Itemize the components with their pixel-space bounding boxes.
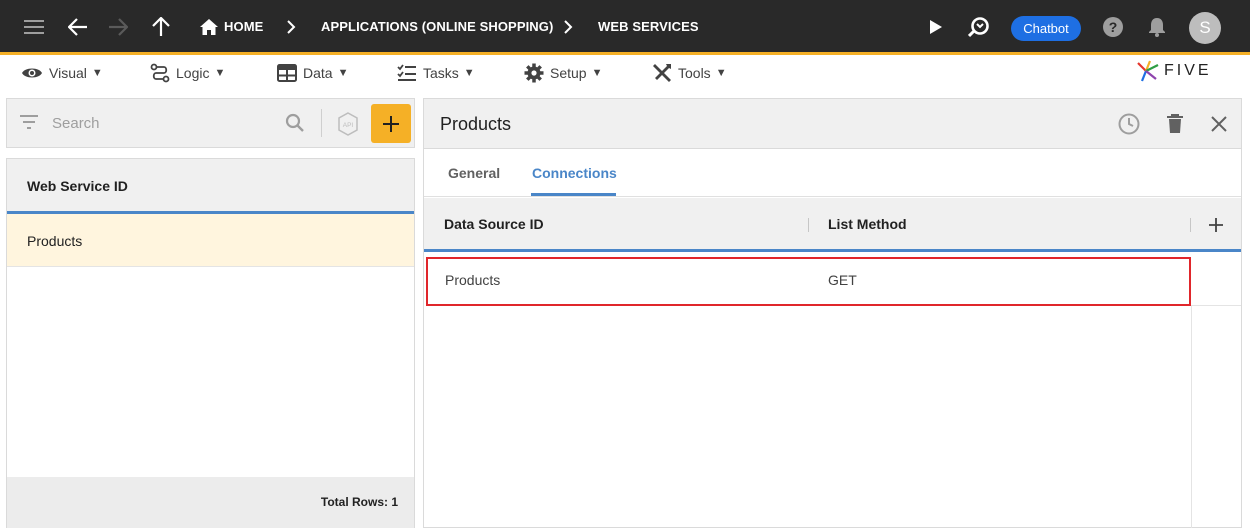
cell-data-source-id: Products (445, 272, 501, 288)
chevron-right-icon (278, 14, 304, 40)
list-item[interactable]: Products (7, 214, 414, 267)
connections-grid-header: Data Source ID List Method (424, 198, 1241, 252)
caret-down-icon: ▼ (337, 67, 349, 79)
search-input[interactable]: Search (52, 115, 100, 132)
column-header-web-service-id: Web Service ID (27, 178, 128, 194)
five-logo: FIVE (1136, 59, 1212, 83)
play-icon[interactable] (923, 14, 949, 40)
menu-visual[interactable]: Visual ▼ (21, 63, 103, 83)
hamburger-menu-icon[interactable] (21, 14, 47, 40)
divider (321, 109, 322, 137)
breadcrumb-application[interactable]: APPLICATIONS (ONLINE SHOPPING) (321, 19, 553, 34)
grid-divider (1191, 306, 1192, 528)
wrench-screwdriver-icon (653, 64, 671, 82)
menu-visual-label: Visual (49, 65, 87, 81)
menu-tasks-label: Tasks (423, 65, 459, 81)
menu-setup[interactable]: Setup ▼ (524, 63, 602, 83)
svg-text:API: API (343, 122, 354, 129)
api-icon[interactable]: API (337, 112, 359, 141)
chevron-right-icon (555, 14, 581, 40)
main-menu-bar: Visual ▼ Logic ▼ Data ▼ Tasks ▼ Setup ▼ Tools… (0, 55, 1250, 91)
menu-tools[interactable]: Tools ▼ (652, 63, 727, 83)
record-tabs: General Connections (424, 149, 1241, 197)
add-button[interactable] (371, 104, 411, 143)
checklist-icon (397, 64, 416, 81)
tab-general[interactable]: General (448, 165, 500, 181)
table-row[interactable]: Products GET (426, 257, 1191, 306)
home-icon[interactable] (196, 14, 222, 40)
column-header-list-method[interactable]: List Method (828, 216, 907, 232)
row-action-cell (1191, 252, 1241, 306)
caret-down-icon: ▼ (463, 67, 475, 79)
menu-setup-label: Setup (550, 65, 587, 81)
up-arrow-icon[interactable] (148, 14, 174, 40)
menu-tasks[interactable]: Tasks ▼ (397, 63, 475, 83)
logic-flow-icon (150, 63, 170, 83)
history-clock-icon[interactable] (1117, 112, 1141, 136)
menu-logic[interactable]: Logic ▼ (150, 63, 225, 83)
help-icon[interactable]: ? (1100, 14, 1126, 40)
left-search-bar: Search API (6, 98, 415, 148)
caret-down-icon: ▼ (591, 67, 603, 79)
breadcrumb-home[interactable]: HOME (224, 19, 263, 34)
svg-text:?: ? (1109, 19, 1118, 35)
search-icon[interactable] (285, 113, 305, 138)
filter-icon[interactable] (19, 114, 39, 135)
menu-data[interactable]: Data ▼ (277, 63, 348, 83)
gear-icon (524, 63, 544, 83)
list-footer: Total Rows: 1 (7, 477, 414, 528)
web-service-list: Web Service ID Products Total Rows: 1 (6, 158, 415, 528)
plus-icon (383, 115, 399, 132)
cell-list-method: GET (828, 272, 857, 288)
breadcrumb-web-services[interactable]: WEB SERVICES (598, 19, 699, 34)
close-icon[interactable] (1207, 112, 1231, 136)
top-app-bar: HOME APPLICATIONS (ONLINE SHOPPING) WEB … (0, 0, 1250, 55)
record-title: Products (440, 114, 512, 134)
column-divider (808, 218, 809, 232)
record-header: Products (424, 99, 1241, 149)
eye-icon (22, 68, 42, 78)
caret-down-icon: ▼ (91, 67, 103, 79)
list-item-label: Products (27, 233, 83, 249)
column-header-data-source-id[interactable]: Data Source ID (444, 216, 544, 232)
chatbot-button[interactable]: Chatbot (1011, 16, 1081, 41)
caret-down-icon: ▼ (715, 67, 727, 79)
five-logo-text: FIVE (1164, 62, 1212, 79)
five-logo-mark-icon (1137, 60, 1159, 82)
table-icon (277, 64, 297, 82)
menu-tools-label: Tools (678, 65, 711, 81)
tab-connections[interactable]: Connections (532, 165, 617, 181)
menu-logic-label: Logic (176, 65, 210, 81)
delete-trash-icon[interactable] (1163, 112, 1187, 136)
menu-data-label: Data (303, 65, 333, 81)
column-divider (1190, 218, 1191, 232)
list-column-header[interactable]: Web Service ID (7, 159, 414, 214)
total-rows-count: Total Rows: 1 (320, 495, 398, 509)
notification-bell-icon[interactable] (1144, 14, 1170, 40)
back-arrow-icon[interactable] (65, 14, 91, 40)
add-connection-plus-icon[interactable] (1204, 213, 1228, 237)
active-tab-indicator (531, 193, 616, 196)
caret-down-icon: ▼ (214, 67, 226, 79)
chat-search-icon[interactable] (966, 14, 992, 40)
record-detail-panel: Products General Connections Data Source… (423, 98, 1242, 528)
forward-arrow-icon[interactable] (105, 14, 131, 40)
user-avatar[interactable]: S (1189, 12, 1221, 44)
